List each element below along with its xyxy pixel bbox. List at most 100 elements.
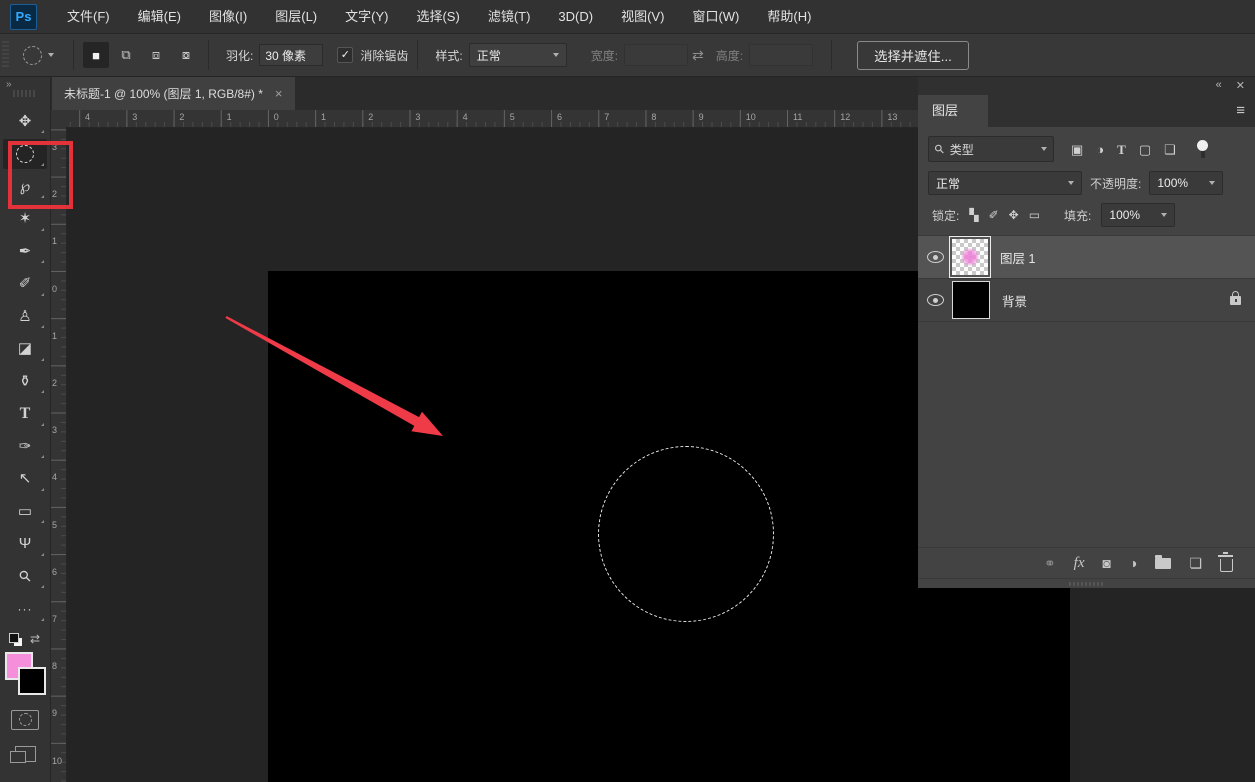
select-and-mask-button[interactable]: 选择并遮住... [857, 41, 969, 70]
paint-bucket-tool-icon: ⚱ [19, 374, 32, 389]
height-input[interactable] [749, 44, 813, 66]
menu-bar: Ps 文件(F)编辑(E)图像(I)图层(L)文字(Y)选择(S)滤镜(T)3D… [0, 0, 1255, 34]
ruler-number: 0 [274, 112, 279, 122]
chevron-down-icon [48, 53, 54, 57]
filter-adjustment-layers-icon[interactable]: ◑ [1096, 143, 1104, 156]
screen-mode-button[interactable] [15, 746, 36, 762]
default-colors-front-icon [9, 633, 19, 643]
menu-item[interactable]: 图层(L) [261, 0, 331, 33]
quick-mask-icon [19, 713, 32, 726]
layer-visibility-toggle[interactable] [918, 294, 952, 306]
fill-value: 100% [1109, 208, 1140, 222]
ruler-number: 12 [840, 112, 850, 122]
feather-label: 羽化: [226, 47, 253, 64]
blend-mode-select[interactable]: 正常 [928, 171, 1082, 195]
new-layer-icon[interactable]: ❏ [1189, 556, 1202, 570]
swap-colors-icon[interactable]: ⇄ [30, 632, 40, 646]
ruler-number: 8 [52, 661, 57, 671]
lock-label: 锁定: [932, 207, 959, 224]
move-tool[interactable]: ✥ [3, 106, 47, 136]
toolbox-grip[interactable] [13, 90, 37, 97]
menu-item[interactable]: 选择(S) [402, 0, 473, 33]
paint-bucket-tool[interactable]: ⚱ [3, 366, 47, 396]
layer-row[interactable]: 图层 1 [918, 236, 1255, 279]
menu-item[interactable]: 帮助(H) [753, 0, 825, 33]
menu-item[interactable]: 文件(F) [53, 0, 124, 33]
edit-toolbar[interactable]: ··· [3, 594, 47, 624]
tab-layers[interactable]: 图层 [918, 95, 988, 127]
path-selection-tool[interactable]: ↖ [3, 464, 47, 494]
adjustment-layer-icon[interactable]: ◑ [1129, 556, 1137, 570]
style-select[interactable]: 正常 [469, 43, 567, 67]
filter-shape-layers-icon[interactable]: ▢ [1139, 143, 1151, 156]
menu-item[interactable]: 视图(V) [607, 0, 678, 33]
ruler-origin-corner[interactable] [50, 110, 67, 128]
layer-group-icon[interactable] [1155, 558, 1171, 569]
eraser-tool-icon: ◪ [18, 341, 32, 356]
layer-visibility-toggle[interactable] [918, 251, 952, 263]
lock-transparent-pixels-icon[interactable]: ▚ [969, 209, 978, 221]
options-bar-grip[interactable] [2, 41, 9, 69]
fill-select[interactable]: 100% [1101, 203, 1175, 227]
quick-mask-mode-button[interactable] [11, 710, 39, 730]
lock-image-pixels-icon[interactable]: ✐ [989, 209, 999, 221]
delete-layer-icon[interactable] [1220, 559, 1233, 572]
menu-item[interactable]: 图像(I) [195, 0, 261, 33]
link-layers-icon[interactable]: ⚭ [1044, 556, 1056, 570]
eraser-tool[interactable]: ◪ [3, 334, 47, 364]
toolbox-header: » [0, 76, 50, 100]
brush-tool[interactable]: ✐ [3, 269, 47, 299]
type-tool[interactable]: T [3, 399, 47, 429]
lock-position-icon[interactable]: ✥ [1009, 209, 1019, 221]
layer-row[interactable]: 背景 [918, 279, 1255, 322]
menu-item[interactable]: 文字(Y) [331, 0, 402, 33]
width-input[interactable] [624, 44, 688, 66]
layer-thumbnail[interactable] [952, 239, 988, 275]
filter-type-select[interactable]: ⚲ 类型 [928, 136, 1054, 162]
rectangle-tool-icon: ▭ [18, 504, 32, 519]
antialias-checkbox[interactable]: ✓ [337, 47, 353, 63]
panel-menu-icon[interactable]: ≡ [1236, 102, 1245, 119]
feather-input[interactable] [259, 44, 323, 66]
close-panel-icon[interactable]: ✕ [1236, 79, 1245, 92]
layer-list: 图层 1 背景 [918, 236, 1255, 322]
swap-width-height-icon[interactable]: ⇄ [692, 47, 704, 64]
menu-item[interactable]: 3D(D) [544, 0, 607, 33]
close-tab-icon[interactable]: × [275, 86, 283, 101]
eyedropper-tool[interactable]: ✒ [3, 236, 47, 266]
background-color-swatch[interactable] [18, 667, 46, 695]
subtract-from-selection[interactable]: ⧈ [143, 42, 169, 68]
ruler-number: 8 [651, 112, 656, 122]
add-to-selection[interactable]: ⧉ [113, 42, 139, 68]
tool-preset-picker[interactable] [23, 46, 54, 65]
ruler-number: 7 [604, 112, 609, 122]
ruler-number: 11 [793, 112, 802, 122]
pen-tool[interactable]: ✑ [3, 431, 47, 461]
clone-stamp-tool[interactable]: ♙ [3, 301, 47, 331]
filter-type-layers-icon[interactable]: T [1117, 143, 1126, 156]
menu-item[interactable]: 编辑(E) [124, 0, 195, 33]
opacity-select[interactable]: 100% [1149, 171, 1223, 195]
marching-ants-selection [598, 446, 774, 622]
intersect-selection[interactable]: ⧇ [173, 42, 199, 68]
rectangle-tool[interactable]: ▭ [3, 496, 47, 526]
collapse-toolbox-icon[interactable]: » [6, 79, 11, 90]
layer-effects-icon[interactable]: fx [1074, 556, 1085, 571]
layer-mask-icon[interactable]: ◙ [1103, 556, 1111, 570]
lock-icon [1230, 296, 1241, 305]
panel-resize-grip[interactable] [918, 578, 1255, 588]
filter-pixel-layers-icon[interactable]: ▣ [1071, 143, 1083, 156]
hand-tool[interactable]: Ψ [3, 529, 47, 559]
antialias-label: 消除锯齿 [360, 47, 408, 64]
collapse-panels-icon[interactable]: « [1216, 79, 1222, 91]
menu-item[interactable]: 窗口(W) [678, 0, 753, 33]
layer-thumbnail[interactable] [952, 281, 990, 319]
document-tab[interactable]: 未标题-1 @ 100% (图层 1, RGB/8#) * × [52, 76, 295, 110]
new-selection[interactable]: ■ [83, 42, 109, 68]
lock-artboard-icon[interactable]: ▭ [1029, 209, 1040, 221]
filter-smart-objects-icon[interactable]: ❏ [1164, 143, 1176, 156]
vertical-ruler[interactable]: 321012345678910 [50, 127, 67, 782]
menu-item[interactable]: 滤镜(T) [474, 0, 545, 33]
filter-switch-icon[interactable] [1197, 140, 1209, 158]
zoom-tool[interactable]: ⚲ [3, 561, 47, 591]
